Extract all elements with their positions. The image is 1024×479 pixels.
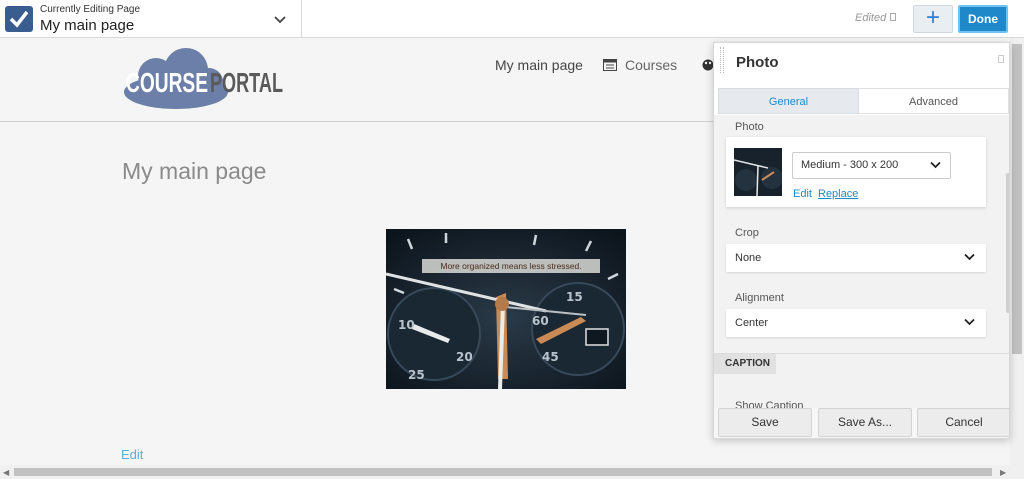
page-title: My main page <box>122 158 267 184</box>
photo-replace-link[interactable]: Replace <box>818 188 858 200</box>
photo-field-label: Photo <box>735 121 764 133</box>
edit-content-link[interactable]: Edit <box>121 447 143 462</box>
caption-section-label: CAPTION <box>714 354 776 374</box>
nav-my-main-page[interactable]: My main page <box>495 57 583 73</box>
scroll-left-arrow-icon[interactable]: ◀ <box>3 468 9 477</box>
svg-text:60: 60 <box>532 314 549 328</box>
svg-text:45: 45 <box>542 350 559 364</box>
logo-word-portal: PORTAL <box>210 67 283 98</box>
panel-footer: Save Save As... Cancel <box>714 408 1009 438</box>
photo-overlay-text: More organized means less stressed. <box>422 259 600 273</box>
photo-field-card: Medium - 300 x 200 Edit Replace <box>726 137 986 207</box>
svg-text:20: 20 <box>456 350 473 364</box>
panel-body[interactable]: Photo Medium - 300 x 200 Edit Replace Cr… <box>714 115 1009 408</box>
editing-label: Currently Editing Page <box>40 4 141 15</box>
svg-text:25: 25 <box>408 368 425 382</box>
photo-size-select[interactable]: Medium - 300 x 200 <box>792 152 951 179</box>
editing-page-name: My main page <box>40 17 135 34</box>
panel-scrollbar-thumb[interactable] <box>1006 173 1009 313</box>
logo-word-course: COURSE <box>126 67 208 98</box>
save-as-button[interactable]: Save As... <box>818 408 912 437</box>
page-switcher[interactable]: Currently Editing Page My main page <box>0 0 302 38</box>
course-portal-logo[interactable]: COURSE PORTAL <box>121 46 286 110</box>
svg-text:15: 15 <box>566 290 583 304</box>
chevron-down-icon[interactable] <box>273 12 287 30</box>
pin-panel-icon[interactable] <box>998 55 1004 63</box>
chevron-down-icon <box>930 161 941 169</box>
horizontal-scrollbar-thumb[interactable] <box>14 468 992 476</box>
checkmark-icon <box>5 6 33 32</box>
alignment-select[interactable]: Center <box>726 309 986 337</box>
panel-tabs: General Advanced <box>718 88 1009 114</box>
photo-size-value: Medium - 300 x 200 <box>801 159 899 171</box>
crop-select[interactable]: None <box>726 244 986 272</box>
watch-photo[interactable]: 15 60 45 10 20 25 More organized means less … <box>386 229 626 389</box>
nav-courses-label: Courses <box>625 57 678 73</box>
chevron-down-icon <box>964 318 975 326</box>
alignment-label: Alignment <box>735 292 784 304</box>
list-icon <box>603 59 617 71</box>
editor-topbar: Currently Editing Page My main page Edit… <box>0 0 1024 38</box>
vertical-scrollbar-thumb[interactable] <box>1012 44 1022 354</box>
tab-advanced[interactable]: Advanced <box>859 88 1009 114</box>
cancel-button[interactable]: Cancel <box>917 408 1009 437</box>
photo-edit-link[interactable]: Edit <box>793 188 812 200</box>
photo-thumbnail[interactable] <box>734 148 782 196</box>
chevron-down-icon <box>964 253 975 261</box>
crop-value: None <box>735 252 762 264</box>
nav-courses[interactable]: Courses <box>603 57 677 73</box>
drag-handle-icon[interactable] <box>720 47 724 73</box>
alignment-value: Center <box>735 317 769 329</box>
photo-settings-panel: Photo General Advanced Photo Medium - 30… <box>713 42 1010 439</box>
tab-general[interactable]: General <box>718 88 859 114</box>
scroll-right-arrow-icon[interactable]: ▶ <box>1000 468 1006 477</box>
caption-section-header: CAPTION <box>714 353 1009 374</box>
add-content-button[interactable]: + <box>913 5 953 33</box>
history-icon[interactable] <box>890 13 896 21</box>
panel-title: Photo <box>736 54 779 71</box>
svg-text:10: 10 <box>398 318 415 332</box>
save-button[interactable]: Save <box>718 408 812 437</box>
edited-status: Edited <box>855 12 887 24</box>
crop-label: Crop <box>735 227 759 239</box>
done-button[interactable]: Done <box>958 5 1008 33</box>
show-caption-label: Show Caption <box>735 400 804 408</box>
